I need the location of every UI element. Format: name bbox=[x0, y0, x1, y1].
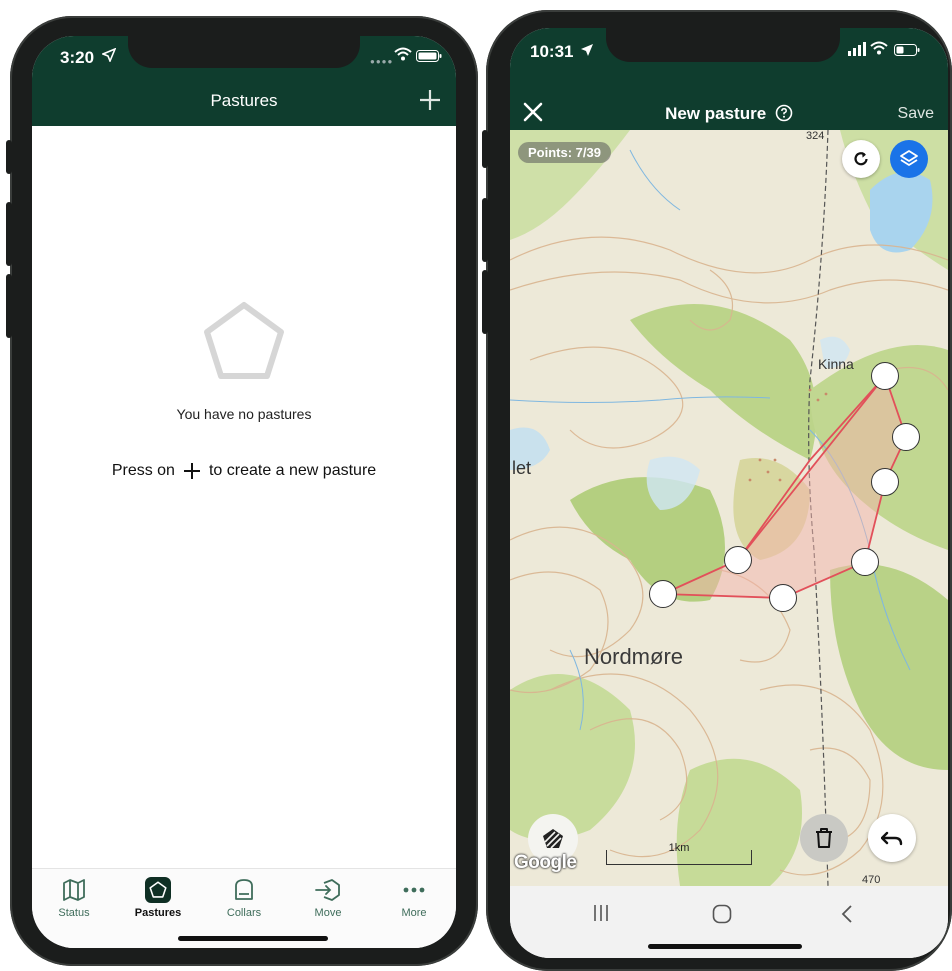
move-icon bbox=[315, 879, 340, 901]
tab-collars[interactable]: Collars bbox=[202, 877, 286, 919]
tab-pastures-label: Pastures bbox=[134, 907, 182, 919]
polygon-vertex[interactable] bbox=[769, 584, 797, 612]
wifi-icon bbox=[394, 47, 412, 66]
polygon-vertex[interactable] bbox=[649, 580, 677, 608]
bixby-button bbox=[482, 130, 488, 168]
status-time: 10:31 bbox=[530, 42, 574, 61]
volume-up-button bbox=[6, 202, 12, 266]
volume-down-button bbox=[482, 270, 488, 334]
topo-map[interactable]: Points: 7/39 324 Kinna let Nordmøre 470 … bbox=[510, 130, 948, 886]
polygon-vertex[interactable] bbox=[851, 548, 879, 576]
phone-frame-right: 10:31 New pasture Save Points: 7/39 324 … bbox=[482, 10, 952, 971]
back-icon[interactable] bbox=[840, 904, 854, 924]
new-pasture-header: 10:31 New pasture Save bbox=[510, 28, 948, 130]
pentagon-icon bbox=[145, 877, 171, 903]
elevation-label: 470 bbox=[862, 874, 881, 886]
home-indicator bbox=[648, 944, 802, 949]
tab-move-label: Move bbox=[314, 907, 342, 919]
refresh-icon bbox=[854, 152, 868, 166]
map-icon bbox=[63, 879, 85, 901]
location-arrow-icon bbox=[580, 43, 594, 62]
phone-frame-left: 3:20 ●●●● Pastures You have no pastures … bbox=[6, 16, 478, 966]
points-counter: Points: 7/39 bbox=[518, 142, 611, 163]
volume-down-button bbox=[6, 274, 12, 338]
polygon-vertex[interactable] bbox=[871, 468, 899, 496]
layers-icon bbox=[900, 150, 918, 166]
page-title-group: New pasture bbox=[510, 104, 948, 127]
add-pasture-button[interactable] bbox=[418, 88, 442, 117]
hatched-polygon-icon bbox=[543, 829, 563, 849]
tab-collars-label: Collars bbox=[226, 907, 262, 919]
battery-icon bbox=[894, 43, 920, 61]
empty-state-message: You have no pastures bbox=[176, 406, 312, 422]
pastures-header: 3:20 ●●●● Pastures bbox=[32, 36, 456, 126]
polygon-vertex[interactable] bbox=[892, 423, 920, 451]
tab-move[interactable]: Move bbox=[286, 877, 370, 919]
tab-status[interactable]: Status bbox=[32, 877, 116, 919]
status-time: 3:20 bbox=[60, 48, 95, 67]
tab-more-label: More bbox=[401, 907, 427, 919]
more-icon bbox=[403, 887, 425, 893]
battery-icon bbox=[416, 49, 442, 67]
google-logo: Google bbox=[514, 852, 577, 873]
wifi-icon bbox=[870, 41, 888, 60]
region-label-nordmore: Nordmøre bbox=[584, 644, 684, 669]
home-indicator bbox=[178, 936, 328, 941]
pastures-screen: 3:20 ●●●● Pastures You have no pastures … bbox=[32, 36, 456, 948]
scale-bar: 1km bbox=[606, 842, 752, 865]
delete-button[interactable] bbox=[800, 814, 848, 862]
plus-icon bbox=[420, 90, 440, 110]
polygon-vertex[interactable] bbox=[871, 362, 899, 390]
notch bbox=[606, 28, 840, 62]
home-icon[interactable] bbox=[712, 904, 732, 924]
recent-apps-icon[interactable] bbox=[592, 904, 610, 922]
trash-icon bbox=[816, 828, 832, 848]
create-hint-prefix: Press on bbox=[111, 462, 175, 479]
place-label-partial: let bbox=[512, 458, 532, 478]
signal-dots-icon: ●●●● bbox=[370, 57, 394, 66]
undo-button[interactable] bbox=[868, 814, 916, 862]
volume-up-button bbox=[482, 198, 488, 262]
place-label-kinna: Kinna bbox=[818, 356, 854, 372]
elevation-label: 324 bbox=[806, 130, 825, 142]
undo-icon bbox=[881, 831, 903, 846]
tab-pastures[interactable]: Pastures bbox=[116, 877, 200, 919]
cellular-signal-icon bbox=[848, 42, 866, 61]
create-hint: Press on to create a new pasture bbox=[32, 462, 456, 480]
page-title: New pasture bbox=[665, 104, 767, 123]
page-title: Pastures bbox=[210, 91, 278, 110]
collar-icon bbox=[235, 879, 253, 900]
new-pasture-screen: 10:31 New pasture Save Points: 7/39 324 … bbox=[510, 28, 948, 958]
location-arrow-icon bbox=[100, 47, 117, 67]
mute-switch bbox=[6, 140, 12, 174]
plus-icon bbox=[183, 463, 200, 479]
save-button[interactable]: Save bbox=[898, 105, 934, 123]
create-hint-suffix: to create a new pasture bbox=[208, 462, 377, 479]
scale-label: 1km bbox=[668, 842, 690, 854]
question-circle-icon bbox=[775, 104, 793, 122]
map-layers-button[interactable] bbox=[890, 140, 928, 178]
map-background bbox=[510, 130, 948, 886]
notch bbox=[128, 36, 360, 68]
help-button[interactable] bbox=[775, 104, 793, 127]
pentagon-icon bbox=[204, 302, 284, 379]
tab-more[interactable]: More bbox=[372, 877, 456, 919]
polygon-vertex[interactable] bbox=[724, 546, 752, 574]
refresh-button[interactable] bbox=[842, 140, 880, 178]
tab-status-label: Status bbox=[58, 907, 90, 919]
